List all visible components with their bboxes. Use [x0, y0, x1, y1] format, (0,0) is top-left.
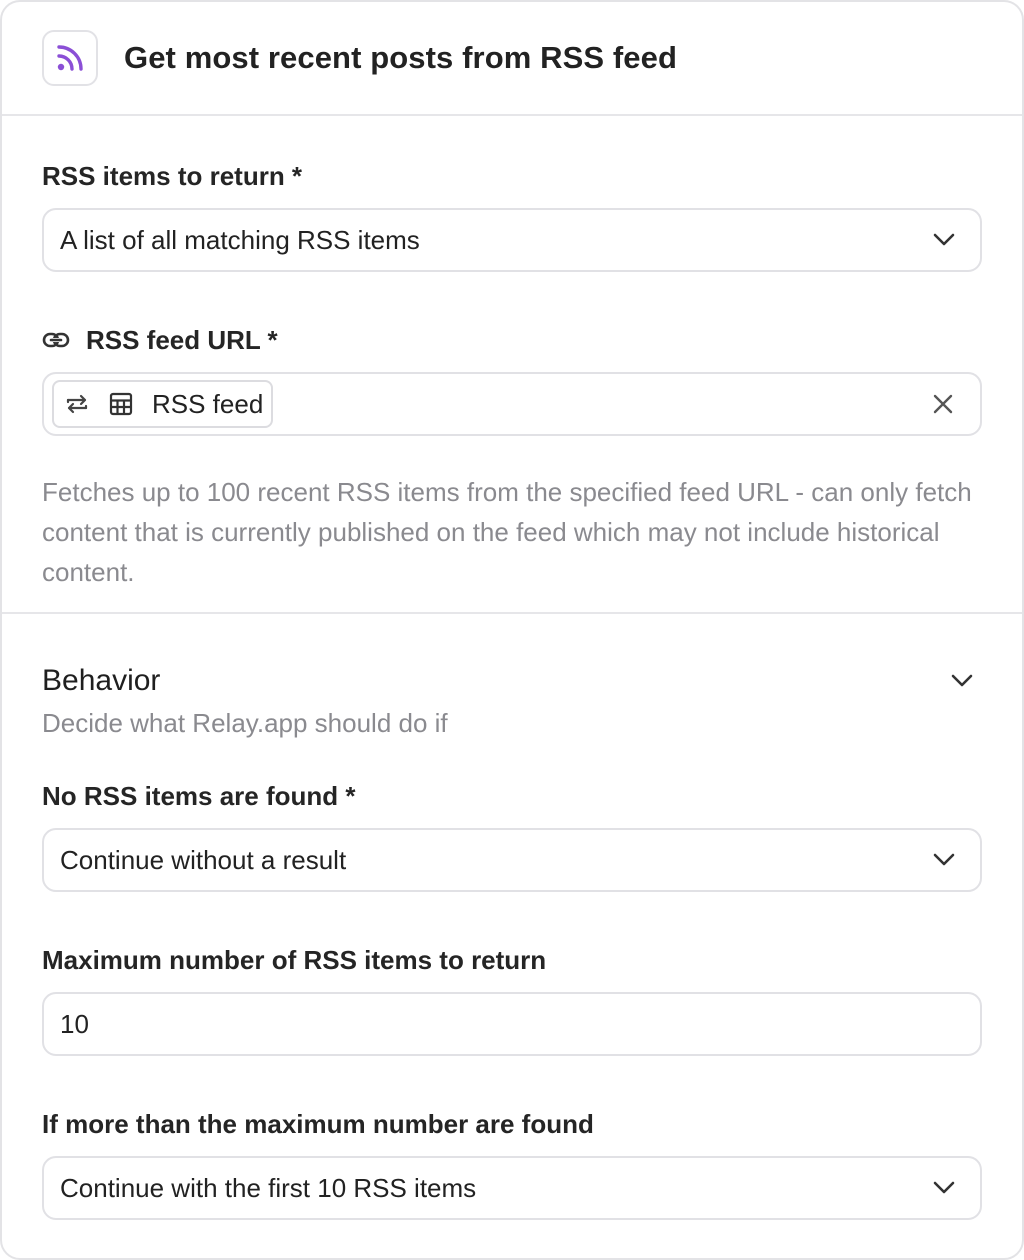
behavior-subtitle: Decide what Relay.app should do if [42, 708, 448, 738]
panel-title: Get most recent posts from RSS feed [124, 40, 678, 75]
chevron-down-icon [930, 846, 958, 874]
feed-url-help-text: Fetches up to 100 recent RSS items from … [42, 477, 972, 587]
max-items-input[interactable]: 10 [42, 992, 982, 1056]
step-config-panel: Get most recent posts from RSS feed RSS … [0, 0, 1024, 1260]
items-to-return-value: A list of all matching RSS items [60, 224, 420, 255]
behavior-title: Behavior [42, 664, 161, 697]
rss-feed-token[interactable]: RSS feed [52, 380, 274, 428]
items-to-return-select[interactable]: A list of all matching RSS items [42, 208, 982, 272]
token-label: RSS feed [152, 388, 264, 419]
loop-icon [64, 391, 90, 417]
rss-icon [42, 30, 98, 86]
max-items-value: 10 [60, 1008, 89, 1039]
no-items-value: Continue without a result [60, 844, 347, 875]
link-icon [42, 326, 70, 354]
no-items-select[interactable]: Continue without a result [42, 828, 982, 892]
more-than-max-value: Continue with the first 10 RSS items [60, 1172, 477, 1203]
no-items-label: No RSS items are found * [42, 780, 356, 811]
more-than-max-select[interactable]: Continue with the first 10 RSS items [42, 1156, 982, 1220]
chevron-down-icon [930, 226, 958, 254]
behavior-header[interactable]: Behavior [42, 662, 982, 700]
more-than-max-label: If more than the maximum number are foun… [42, 1108, 594, 1139]
chevron-down-icon[interactable] [948, 667, 976, 695]
feed-url-label-row: RSS feed URL * [42, 324, 982, 356]
inputs-section: RSS items to return * A list of all matc… [2, 116, 1022, 614]
panel-header: Get most recent posts from RSS feed [2, 2, 1022, 116]
feed-url-label: RSS feed URL * [86, 324, 278, 355]
chevron-down-icon [930, 1174, 958, 1202]
behavior-section: Behavior Decide what Relay.app should do… [2, 614, 1022, 1220]
feed-url-field[interactable]: RSS feed [42, 372, 982, 436]
table-icon [108, 391, 134, 417]
close-icon[interactable] [926, 387, 960, 421]
max-items-label: Maximum number of RSS items to return [42, 944, 547, 975]
items-to-return-label: RSS items to return * [42, 160, 303, 191]
